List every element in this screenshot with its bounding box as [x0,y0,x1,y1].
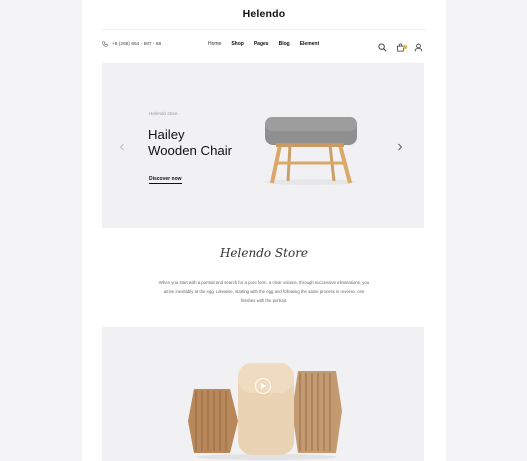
nav-home[interactable]: Home [208,41,221,47]
page-container: Helendo +8 (268) 654 - 587 - 68 Home Sho… [82,0,446,461]
header-divider [102,29,426,30]
phone-number: +8 (268) 654 - 587 - 68 [112,41,162,47]
cart-badge [403,45,407,49]
nav-pages[interactable]: Pages [254,41,269,47]
store-signature: Helendo Store [219,246,309,260]
discover-now-link[interactable]: Discover now [149,176,182,184]
store-description: When you start with a portrait and searc… [158,280,370,303]
nav-element[interactable]: Element [300,41,319,47]
search-icon[interactable] [378,39,387,52]
hero-subtitle: Helendo store [149,111,178,116]
chevron-left-icon[interactable] [118,139,126,151]
play-icon[interactable] [255,378,271,394]
brand-logo[interactable]: Helendo [82,8,446,20]
main-nav: Home Shop Pages Blog Element [208,41,319,47]
chevron-right-icon[interactable] [396,139,404,151]
phone-contact[interactable]: +8 (268) 654 - 587 - 68 [102,41,161,47]
wooden-chair-image [264,117,357,185]
header-icons [378,39,423,52]
phone-icon [102,41,108,47]
nav-blog[interactable]: Blog [279,41,290,47]
nav-shop[interactable]: Shop [231,41,244,47]
hero-title-line1: Hailey [148,127,185,142]
cart-icon[interactable] [396,39,407,52]
product-banner [102,327,424,461]
vases-image [188,363,342,460]
user-icon[interactable] [414,39,423,52]
hero-title-line2: Wooden Chair [148,143,233,158]
hero-title: Hailey Wooden Chair [148,127,232,159]
hero-slider: Helendo store Hailey Wooden Chair Discov… [102,63,424,228]
